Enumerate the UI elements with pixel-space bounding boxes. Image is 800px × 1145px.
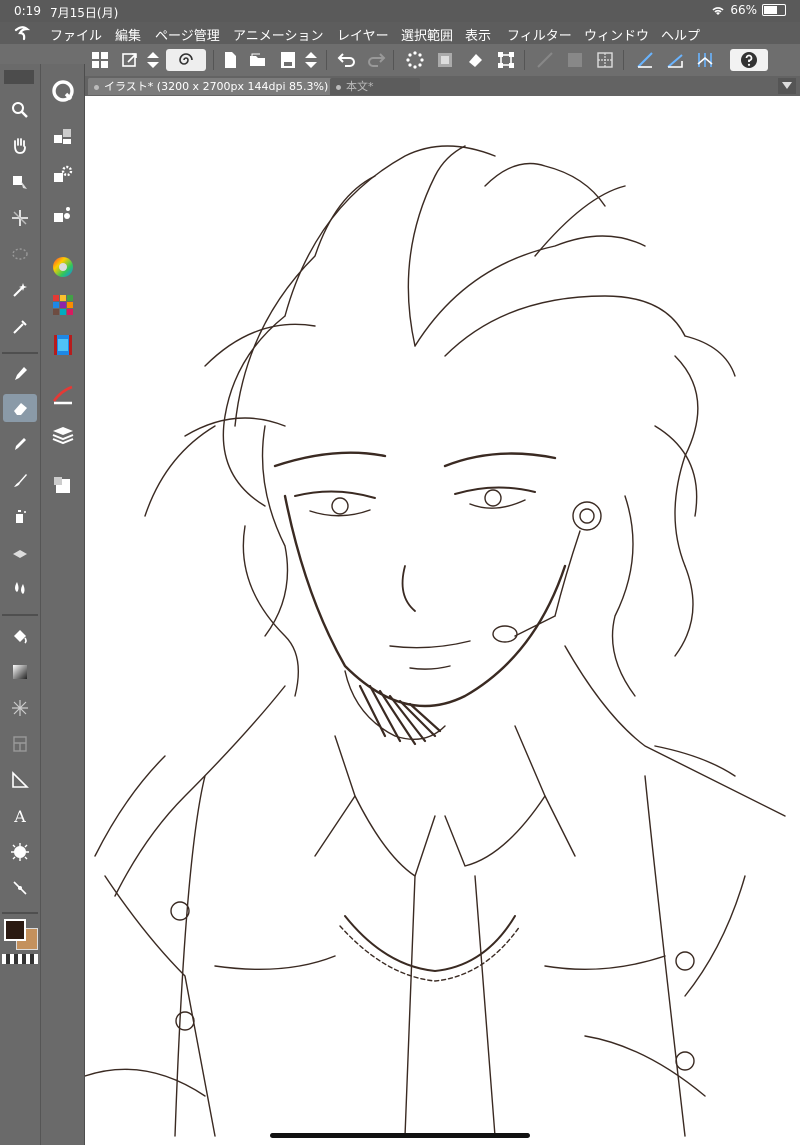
brush-icon[interactable] (6, 466, 34, 494)
move-layer-icon[interactable] (6, 204, 34, 232)
battery-icon (762, 4, 786, 16)
status-time: 0:19 (14, 4, 41, 18)
transparent-color-swatch[interactable] (2, 954, 38, 964)
tab-label: イラスト* (3200 x 2700px 144dpi 85.3%) (104, 80, 329, 93)
undo-icon[interactable] (335, 48, 359, 72)
color-set-icon[interactable] (48, 290, 78, 320)
battery-level (764, 6, 777, 14)
material-icon[interactable] (48, 470, 78, 500)
battery-percent: 66% (730, 3, 757, 17)
status-right: 66% (711, 3, 786, 17)
airbrush-icon[interactable] (6, 502, 34, 530)
menu-filter[interactable]: フィルター (507, 25, 572, 44)
tool-property-icon[interactable] (48, 160, 78, 190)
ruler-icon[interactable] (6, 766, 34, 794)
fill-icon[interactable] (6, 622, 34, 650)
disabled-tool-icon[interactable] (533, 48, 557, 72)
tab-dot (336, 84, 341, 90)
menu-layer[interactable]: レイヤー (337, 25, 389, 44)
gradation-icon[interactable] (6, 658, 34, 686)
toolbar-separator (393, 50, 394, 70)
eyedropper-icon[interactable] (6, 312, 34, 340)
drawing-canvas[interactable] (85, 96, 800, 1145)
text-icon[interactable]: A (6, 802, 34, 830)
ruler-snap-icon[interactable] (633, 48, 657, 72)
save-icon[interactable] (276, 48, 300, 72)
special-ruler-snap-icon[interactable] (663, 48, 687, 72)
menu-view[interactable]: 表示 (465, 25, 491, 44)
tool-palette: A (0, 64, 41, 1145)
clip-studio-button[interactable] (166, 49, 206, 71)
selection-icon[interactable] (6, 240, 34, 268)
clip-studio-logo-icon[interactable] (8, 22, 36, 44)
new-file-icon[interactable] (218, 48, 242, 72)
artwork (85, 145, 786, 1137)
menu-help[interactable]: ヘルプ (661, 25, 700, 44)
tab-label: 本文* (346, 80, 374, 93)
grid-snap-icon[interactable] (693, 48, 717, 72)
toolbar-separator (524, 50, 525, 70)
hand-icon[interactable] (6, 132, 34, 160)
transform-icon[interactable] (494, 48, 518, 72)
eraser-icon[interactable] (3, 394, 37, 422)
help-button[interactable] (730, 49, 768, 71)
clear-outside-icon[interactable] (433, 48, 457, 72)
toolbar-separator (623, 50, 624, 70)
animation-timeline-icon[interactable] (48, 330, 78, 360)
svg-text:A: A (13, 807, 26, 826)
open-file-icon[interactable] (246, 48, 270, 72)
brush-size-icon[interactable] (48, 200, 78, 230)
menu-file[interactable]: ファイル (50, 25, 102, 44)
home-indicator[interactable] (270, 1133, 530, 1138)
toolbar-separator (326, 50, 327, 70)
disabled-tool-icon-2[interactable] (563, 48, 587, 72)
tool-divider (2, 352, 38, 354)
palette-dock (41, 64, 85, 1145)
scroll-updown-icon-2[interactable] (301, 48, 321, 72)
blend-icon[interactable] (6, 574, 34, 602)
main-color-swatch[interactable] (4, 919, 26, 941)
menu-edit[interactable]: 編集 (115, 25, 141, 44)
tool-divider (2, 614, 38, 616)
pencil-icon[interactable] (6, 430, 34, 458)
layer-icon[interactable] (48, 420, 78, 450)
export-icon[interactable] (118, 48, 142, 72)
grid-toggle-icon[interactable] (593, 48, 617, 72)
color-history-icon[interactable] (48, 380, 78, 410)
canvas-tab-bar: イラスト* (3200 x 2700px 144dpi 85.3%) 本文* (84, 76, 800, 96)
toolbar-separator (213, 50, 214, 70)
auto-select-icon[interactable] (6, 276, 34, 304)
tool-palette-header-icon (4, 70, 34, 84)
tab-dot (94, 84, 99, 90)
menu-animation[interactable]: アニメーション (233, 25, 323, 44)
operation-icon[interactable] (6, 168, 34, 196)
redo-icon[interactable] (364, 48, 388, 72)
balloon-icon[interactable] (6, 838, 34, 866)
status-date: 7月15日(月) (50, 6, 119, 20)
quick-access-icon[interactable] (48, 76, 78, 106)
decoration-icon[interactable] (6, 538, 34, 566)
tool-divider (2, 912, 38, 914)
menu-bar: ファイル 編集 ページ管理 アニメーション レイヤー 選択範囲 表示 フィルター… (0, 22, 800, 44)
tab-menu-button[interactable] (778, 78, 796, 94)
fill-selection-icon[interactable] (463, 48, 487, 72)
clear-icon[interactable] (403, 48, 427, 72)
pen-icon[interactable] (6, 360, 34, 388)
color-circle-icon[interactable] (48, 252, 78, 282)
zoom-icon[interactable] (6, 96, 34, 124)
menu-window[interactable]: ウィンドウ (584, 25, 649, 44)
correct-line-icon[interactable] (6, 874, 34, 902)
layout-grid-icon[interactable] (88, 48, 112, 72)
command-bar (0, 44, 800, 77)
menu-selection[interactable]: 選択範囲 (401, 25, 453, 44)
sub-tool-icon[interactable] (48, 122, 78, 152)
frame-border-icon[interactable] (6, 730, 34, 758)
tab-text[interactable]: 本文* (330, 78, 420, 95)
figure-icon[interactable] (6, 694, 34, 722)
tab-illustration[interactable]: イラスト* (3200 x 2700px 144dpi 85.3%) (88, 78, 335, 95)
scroll-updown-icon[interactable] (143, 48, 163, 72)
menu-page[interactable]: ページ管理 (155, 25, 220, 44)
status-bar: 0:19 7月15日(月) 66% (0, 0, 800, 22)
wifi-icon (712, 6, 724, 15)
